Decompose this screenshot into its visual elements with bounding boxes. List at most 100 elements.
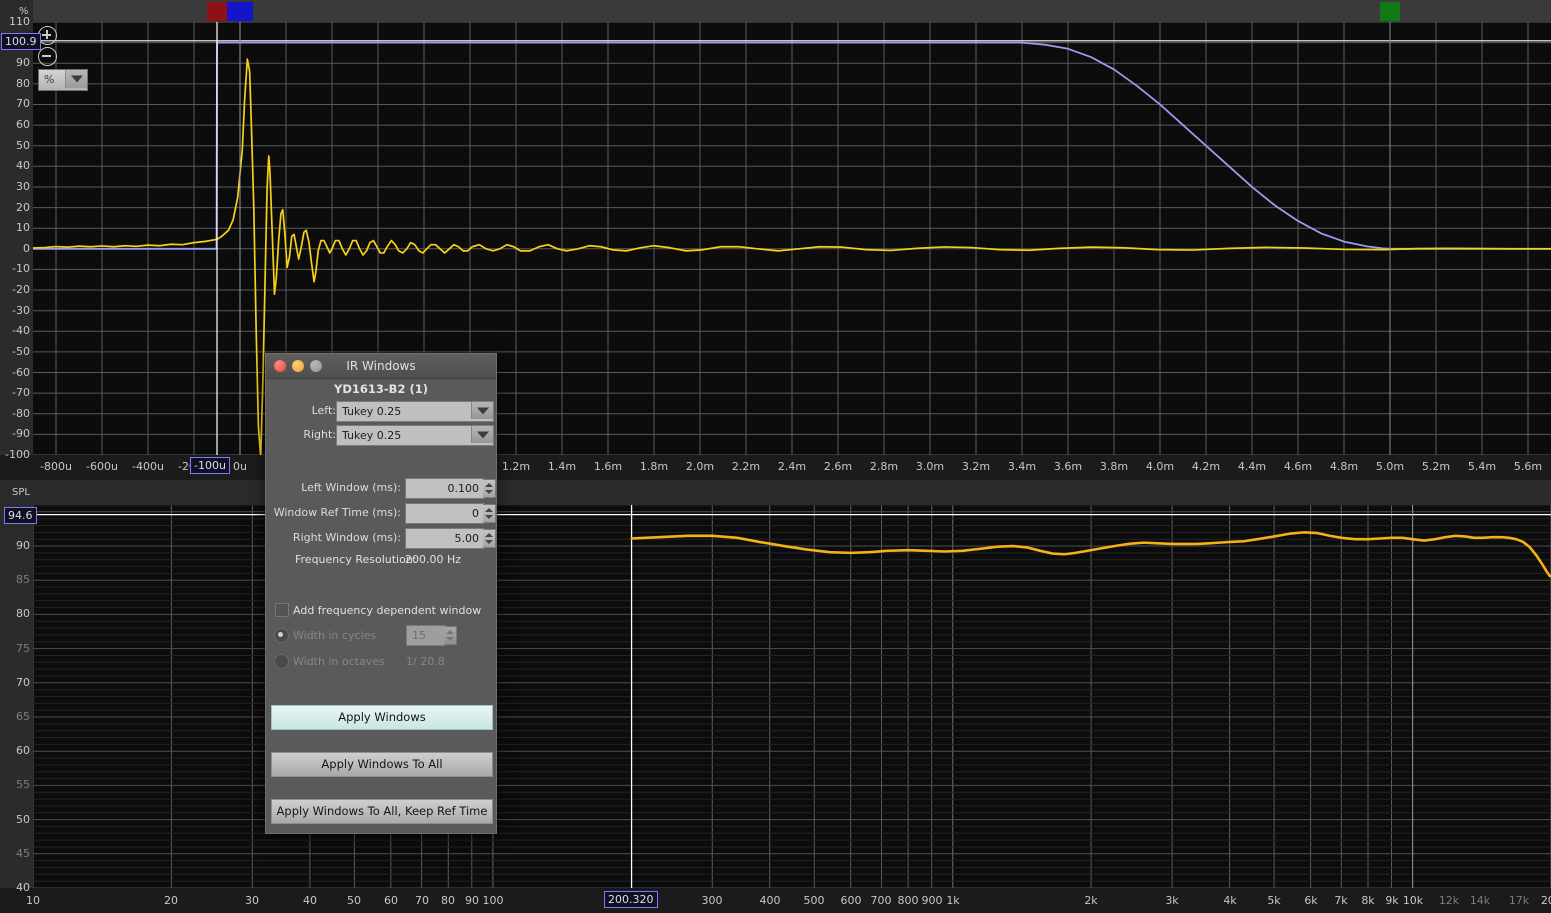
ir-x-tick: 1.2m xyxy=(501,460,531,473)
spl-y-tick: 55 xyxy=(16,778,30,791)
dialog-titlebar[interactable]: IR Windows xyxy=(266,354,496,379)
ir-x-tick: -400u xyxy=(132,460,164,473)
ir-y-tick: 50 xyxy=(16,139,30,152)
ir-unit-select[interactable]: % xyxy=(38,69,88,91)
ir-y-tick: -20 xyxy=(12,283,30,296)
spl-x-tick: 100 xyxy=(482,894,504,907)
window-ref-time-stepper[interactable] xyxy=(483,504,496,523)
ir-x-tick: 2.6m xyxy=(823,460,853,473)
spl-x-tick: 300 xyxy=(701,894,723,907)
ir-y-tick: 70 xyxy=(16,97,30,110)
right-window-type-select[interactable]: Tukey 0.25 xyxy=(336,425,494,446)
left-window-stepper[interactable] xyxy=(483,479,496,498)
window-ref-time-label: Window Ref Time (ms): xyxy=(273,506,401,519)
ir-y-tick: -100 xyxy=(5,448,30,461)
dialog-title: IR Windows xyxy=(346,359,416,373)
spl-y-tick: 70 xyxy=(16,676,30,689)
spl-x-tick: 20k xyxy=(1540,894,1551,907)
spl-y-tick: 40 xyxy=(16,881,30,894)
ir-x-tick: 2.0m xyxy=(685,460,715,473)
ir-x-tick: 1.6m xyxy=(593,460,623,473)
ir-y-tick: 0 xyxy=(23,242,30,255)
right-window-input[interactable]: 5.00 xyxy=(405,528,496,549)
right-window-type-label: Right: xyxy=(303,428,336,441)
spl-y-tick: 85 xyxy=(16,573,30,586)
apply-windows-to-all-keep-ref-time-button[interactable]: Apply Windows To All, Keep Ref Time xyxy=(271,799,493,824)
impulse-response-plot[interactable] xyxy=(33,22,1551,455)
ir-marker-strip: L Ref R xyxy=(0,0,1551,22)
spl-x-tick: 3k xyxy=(1165,894,1179,907)
spl-x-tick: 500 xyxy=(803,894,825,907)
ir-y-tick: 80 xyxy=(16,77,30,90)
spl-chart-svg xyxy=(33,505,1551,888)
ir-x-tick: 1.4m xyxy=(547,460,577,473)
spl-x-tick: 14k xyxy=(1469,894,1491,907)
width-in-cycles-input[interactable]: 15 xyxy=(406,625,457,646)
dialog-subtitle: YD1613-B2 (1) xyxy=(334,382,428,396)
spl-x-tick: 1k xyxy=(946,894,960,907)
marker-flag-right[interactable]: R xyxy=(1380,2,1400,22)
ir-y-tick: -70 xyxy=(12,386,30,399)
width-in-cycles-radio[interactable] xyxy=(274,628,289,643)
marker-flag-left[interactable]: L xyxy=(207,2,227,22)
spl-y-tick: 90 xyxy=(16,539,30,552)
chevron-down-icon[interactable] xyxy=(65,70,87,88)
right-window-label: Right Window (ms): xyxy=(292,531,401,544)
left-window-type-value: Tukey 0.25 xyxy=(342,405,402,418)
spl-y-tick: 60 xyxy=(16,744,30,757)
frequency-dependent-window-checkbox[interactable] xyxy=(275,603,289,617)
ir-x-tick: 4.0m xyxy=(1145,460,1175,473)
zoom-in-icon[interactable] xyxy=(38,26,57,45)
ir-y-tick: 20 xyxy=(16,201,30,214)
width-in-octaves-radio[interactable] xyxy=(274,654,289,669)
chevron-down-icon[interactable] xyxy=(471,426,493,443)
spl-y-tick: 50 xyxy=(16,813,30,826)
frequency-resolution-value: 200.00 Hz xyxy=(405,553,462,566)
ir-x-tick: 5.0m xyxy=(1375,460,1405,473)
ir-x-tick: 5.4m xyxy=(1467,460,1497,473)
width-in-cycles-stepper[interactable] xyxy=(444,626,457,645)
ir-y-tick: -90 xyxy=(12,427,30,440)
ir-y-tick: -30 xyxy=(12,304,30,317)
ir-chart-svg xyxy=(33,22,1551,455)
ir-x-tick: 3.6m xyxy=(1053,460,1083,473)
ir-y-tick: -50 xyxy=(12,345,30,358)
right-window-stepper[interactable] xyxy=(483,529,496,548)
width-in-cycles-label: Width in cycles xyxy=(293,629,377,642)
ir-y-tick: 40 xyxy=(16,159,30,172)
ir-windows-dialog[interactable]: IR Windows YD1613-B2 (1) Left: Tukey 0.2… xyxy=(265,353,497,834)
spl-x-tick: 50 xyxy=(347,894,361,907)
ir-x-tick: 3.8m xyxy=(1099,460,1129,473)
window-ref-time-input[interactable]: 0 xyxy=(405,503,496,524)
ir-x-tick: 3.0m xyxy=(915,460,945,473)
marker-flag-ref[interactable]: Ref xyxy=(227,2,253,22)
right-window-value: 5.00 xyxy=(454,532,480,545)
apply-windows-to-all-button[interactable]: Apply Windows To All xyxy=(271,752,493,777)
right-window-type-value: Tukey 0.25 xyxy=(342,429,402,442)
spl-x-tick: 10 xyxy=(26,894,40,907)
left-window-type-select[interactable]: Tukey 0.25 xyxy=(336,401,494,422)
ir-x-tick: 2.2m xyxy=(731,460,761,473)
chevron-down-icon[interactable] xyxy=(471,402,493,419)
apply-windows-button[interactable]: Apply Windows xyxy=(271,705,493,730)
spl-x-tick: 40 xyxy=(303,894,317,907)
spl-y-cursor-readout: 94.6 xyxy=(4,507,37,524)
spl-x-axis: 10 20 30 40 50 60 70 80 90 100 300 400 500 600 700 800 9… xyxy=(0,888,1551,913)
spl-y-tick: 75 xyxy=(16,642,30,655)
ir-x-axis: -800u-600u-400u-200u0u200u400u600u800u1.… xyxy=(0,455,1551,480)
ir-x-tick: -600u xyxy=(86,460,118,473)
spl-x-tick: 30 xyxy=(245,894,259,907)
ir-x-cursor-readout: -100u xyxy=(190,457,230,474)
ir-y-tick: 90 xyxy=(16,56,30,69)
ir-x-tick: 4.2m xyxy=(1191,460,1221,473)
ir-y-tick: 30 xyxy=(16,180,30,193)
ir-y-tick: 60 xyxy=(16,118,30,131)
spl-x-tick: 20 xyxy=(164,894,178,907)
ir-unit-value: % xyxy=(44,73,55,86)
zoom-out-icon[interactable] xyxy=(38,47,57,66)
frequency-resolution-label: Frequency Resolution: xyxy=(295,553,417,566)
spl-x-tick: 10k xyxy=(1402,894,1424,907)
frequency-response-plot[interactable] xyxy=(33,505,1551,888)
ir-x-tick: 3.2m xyxy=(961,460,991,473)
left-window-input[interactable]: 0.100 xyxy=(405,478,496,499)
